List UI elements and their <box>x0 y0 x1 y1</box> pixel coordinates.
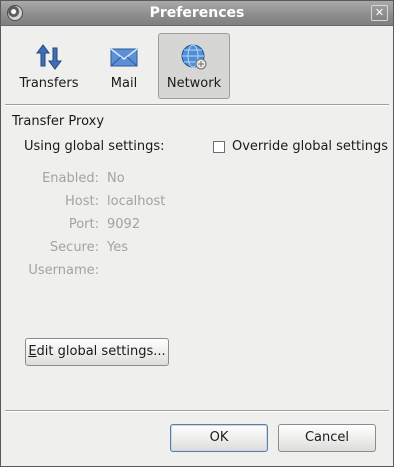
host-value: localhost <box>107 194 166 209</box>
tab-mail[interactable]: Mail <box>97 33 151 99</box>
close-button[interactable]: ✕ <box>371 5 388 21</box>
footer-separator <box>5 410 389 412</box>
username-key: Username: <box>28 263 99 278</box>
secure-value: Yes <box>107 240 128 255</box>
edit-global-settings-button[interactable]: Edit global settings... <box>25 338 169 366</box>
preferences-toolbar: Transfers Mail Network <box>1 26 393 104</box>
tab-network-label: Network <box>166 76 222 91</box>
enabled-value: No <box>107 171 125 186</box>
override-global-checkbox[interactable]: Override global settings <box>213 139 388 154</box>
ok-button[interactable]: OK <box>170 424 268 452</box>
toolbar-separator <box>5 104 389 106</box>
port-key: Port: <box>68 217 99 232</box>
edit-button-label: dit global settings... <box>36 344 166 359</box>
network-globe-icon <box>181 44 207 70</box>
tab-mail-label: Mail <box>110 76 138 91</box>
title-bar[interactable]: Preferences ✕ <box>1 1 393 26</box>
host-key: Host: <box>65 194 99 209</box>
using-global-label: Using global settings: <box>24 139 165 154</box>
edit-button-mnemonic: E <box>28 344 37 359</box>
cancel-button[interactable]: Cancel <box>278 424 376 452</box>
override-checkbox-label: Override global settings <box>232 139 388 154</box>
transfers-arrows-icon <box>36 44 62 70</box>
enabled-key: Enabled: <box>42 171 99 186</box>
mail-envelope-icon <box>110 48 138 67</box>
tab-transfers-label: Transfers <box>19 76 79 91</box>
window-title: Preferences <box>149 5 245 21</box>
tab-transfers[interactable]: Transfers <box>8 33 90 99</box>
port-value: 9092 <box>107 217 141 232</box>
section-title: Transfer Proxy <box>12 114 105 129</box>
override-checkbox-box[interactable] <box>213 140 225 153</box>
preferences-window: Preferences ✕ Transfers Mail Network Tra… <box>0 0 394 467</box>
tab-network[interactable]: Network <box>158 33 230 99</box>
secure-key: Secure: <box>49 240 99 255</box>
